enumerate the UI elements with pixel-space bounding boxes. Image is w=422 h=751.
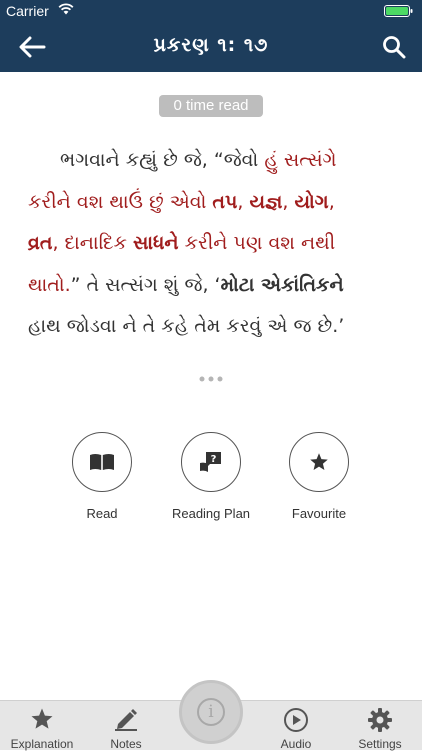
tab-explanation[interactable]: Explanation	[0, 701, 84, 751]
verse-highlight: ,	[282, 190, 295, 213]
more-options-icon[interactable]	[198, 374, 224, 384]
tab-audio[interactable]: Audio	[254, 701, 338, 751]
verse-highlight-bold: તપ	[212, 190, 238, 213]
verse-highlight: ,	[237, 190, 250, 213]
verse-highlight-bold: વ્રત	[28, 232, 53, 254]
verse-highlight: , દાનાદિક	[52, 232, 133, 254]
pencil-icon	[115, 709, 137, 731]
reading-plan-label: Reading Plan	[171, 506, 251, 521]
carrier-label: Carrier	[6, 3, 49, 19]
verse-text: ભગવાને કહ્યું છે જે, “જેવો હું સત્સંગે ક…	[28, 140, 398, 348]
page-title: પ્રકરણ ૧: ૧૭	[153, 34, 269, 56]
favourite-button[interactable]: Favourite	[264, 432, 374, 521]
verse-highlight: હું સત્સંગે	[264, 149, 337, 171]
reading-plan-button-circle[interactable]: ?	[181, 432, 241, 492]
reading-plan-icon: ?	[200, 452, 221, 472]
book-icon	[90, 454, 114, 470]
verse-highlight-bold: યજ્ઞ	[249, 190, 283, 213]
verse-highlight-bold: સાધને	[132, 232, 179, 254]
info-button[interactable]: i	[179, 680, 243, 744]
nav-bar: પ્રકરણ ૧: ૧૭	[0, 22, 422, 72]
verse-bold: મોટા એકાંતિકને	[220, 273, 344, 296]
play-icon	[284, 708, 308, 732]
verse-highlight: કરીને વશ થાઉં છું એવો	[28, 190, 213, 213]
info-icon: i	[197, 698, 225, 726]
top-bar: Carrier પ્રકરણ ૧: ૧૭	[0, 0, 422, 72]
verse-fragment: ભગવાને કહ્યું છે જે, “જેવો	[60, 149, 265, 171]
search-icon[interactable]	[382, 35, 406, 59]
reading-plan-button[interactable]: ? Reading Plan	[156, 432, 266, 521]
tab-label: Explanation	[10, 737, 74, 751]
read-label: Read	[86, 506, 118, 521]
verse-highlight: કરીને પણ વશ નથી	[178, 232, 336, 254]
status-bar: Carrier	[0, 0, 422, 22]
verse-highlight-bold: યોગ	[294, 190, 329, 213]
verse-fragment: હાથ જોડવા ને તે કહે તેમ કરવું એ જ છે.’	[28, 315, 345, 337]
tab-label: Settings	[358, 737, 402, 751]
battery-icon	[384, 5, 413, 17]
favourite-label: Favourite	[291, 506, 347, 521]
tab-label: Audio	[280, 737, 312, 751]
favourite-button-circle[interactable]	[289, 432, 349, 492]
star-icon	[31, 708, 53, 729]
read-button-circle[interactable]	[72, 432, 132, 492]
verse-highlight: ,	[328, 190, 335, 213]
tab-notes[interactable]: Notes	[84, 701, 168, 751]
tab-settings[interactable]: Settings	[338, 701, 422, 751]
read-count-badge: 0 time read	[159, 95, 263, 117]
wifi-icon	[58, 3, 74, 15]
read-button[interactable]: Read	[47, 432, 157, 521]
gear-icon	[368, 708, 392, 732]
verse-fragment: ” તે સત્સંગ શું જે, ‘	[70, 273, 221, 296]
verse-highlight: થાતો.	[28, 273, 71, 296]
star-icon	[310, 453, 328, 470]
tab-label: Notes	[110, 737, 142, 751]
